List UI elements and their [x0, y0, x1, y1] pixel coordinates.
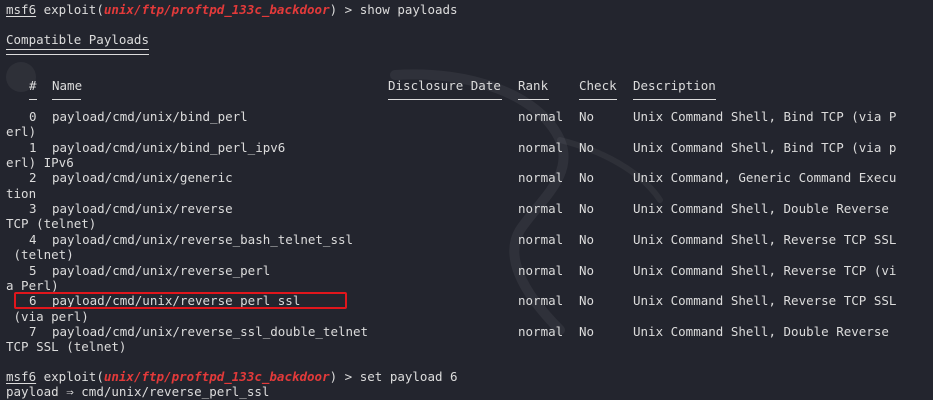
col-header-num: # — [29, 78, 37, 93]
row-description: Unix Command Shell, Bind TCP (via p — [633, 139, 897, 155]
kali-dragon-watermark — [390, 69, 663, 335]
row-number: 7 — [29, 323, 37, 339]
col-underline-name — [52, 99, 81, 100]
row-rank: normal — [518, 231, 564, 247]
row-check: No — [579, 139, 595, 155]
col-header-disclosure: Disclosure Date — [388, 78, 501, 93]
payload-name: payload/cmd/unix/bind_perl_ipv6 — [52, 139, 286, 155]
module-name: unix/ftp/proftpd_133c_backdoor — [103, 369, 330, 384]
col-header-name: Name — [52, 78, 83, 93]
row-check: No — [579, 109, 595, 124]
row-check: No — [579, 170, 595, 186]
payload-name: payload/cmd/unix/reverse_ssl_double_teln… — [52, 323, 369, 339]
row-description-wrap: erl) — [6, 124, 37, 140]
row-description: Unix Command Shell, Reverse TCP SSL — [633, 293, 897, 309]
col-header-rank: Rank — [518, 78, 549, 93]
row-number: 3 — [29, 201, 37, 217]
row-description: Unix Command Shell, Reverse TCP (vi — [633, 262, 897, 278]
cmd-suffix: ) > set payload 6 — [329, 369, 458, 384]
col-underline-description — [633, 99, 716, 100]
row-description-wrap: (telnet) — [6, 247, 74, 263]
row-description: Unix Command Shell, Bind TCP (via P — [633, 109, 897, 124]
command-line-set-payload: msf6 exploit(unix/ftp/proftpd_133c_backd… — [6, 369, 458, 384]
row-description: Unix Command Shell, Reverse TCP SSL — [633, 231, 897, 247]
col-underline-check — [579, 99, 617, 100]
section-title-underline — [6, 49, 149, 55]
col-underline-num — [29, 99, 37, 100]
row-rank: normal — [518, 109, 564, 124]
row-description: Unix Command Shell, Double Reverse — [633, 201, 889, 217]
cmd-suffix: ) > show payloads — [329, 2, 458, 17]
col-header-check: Check — [579, 78, 617, 93]
row-check: No — [579, 262, 595, 278]
prompt: msf6 — [6, 2, 37, 17]
row-description-wrap: erl) IPv6 — [6, 155, 74, 170]
row-rank: normal — [518, 323, 564, 339]
row-number: 1 — [29, 139, 37, 155]
payload-name: payload/cmd/unix/reverse — [52, 201, 233, 217]
row-number: 5 — [29, 262, 37, 278]
row-rank: normal — [518, 293, 564, 309]
row-number: 0 — [29, 109, 37, 124]
payload-name: payload/cmd/unix/reverse_perl — [52, 262, 271, 278]
row-description-wrap: tion — [6, 185, 37, 201]
row-number: 2 — [29, 170, 37, 186]
payload-name: payload/cmd/unix/generic — [52, 170, 233, 186]
row-description-wrap: (via perl) — [6, 308, 89, 324]
row-description: Unix Command, Generic Command Execu — [633, 170, 897, 186]
row-rank: normal — [518, 139, 564, 155]
payload-result: payload ⇒ cmd/unix/reverse_perl_ssl — [6, 384, 269, 399]
cmd-prefix: exploit( — [36, 2, 104, 17]
module-name: unix/ftp/proftpd_133c_backdoor — [103, 2, 330, 17]
highlight-box-row-6 — [14, 292, 347, 309]
payload-name: payload/cmd/unix/reverse_bash_telnet_ssl — [52, 231, 354, 247]
arrow: ⇒ — [58, 384, 82, 399]
prompt: msf6 — [6, 369, 37, 384]
row-description-wrap: TCP (telnet) — [6, 216, 97, 232]
row-rank: normal — [518, 262, 564, 278]
col-underline-disclosure — [388, 99, 502, 100]
row-rank: normal — [518, 170, 564, 186]
payload-value: cmd/unix/reverse_perl_ssl — [81, 384, 270, 399]
payload-label: payload — [6, 384, 59, 399]
payload-name: payload/cmd/unix/bind_perl — [52, 109, 248, 124]
row-check: No — [579, 201, 595, 217]
row-description-wrap: a Perl) — [6, 277, 59, 293]
row-rank: normal — [518, 201, 564, 217]
row-check: No — [579, 323, 595, 339]
row-description: Unix Command Shell, Double Reverse — [633, 323, 889, 339]
row-check: No — [579, 293, 595, 309]
row-number: 4 — [29, 231, 37, 247]
row-description-wrap: TCP SSL (telnet) — [6, 339, 127, 355]
col-underline-rank — [518, 99, 549, 100]
cmd-prefix: exploit( — [36, 369, 104, 384]
section-title: Compatible Payloads — [6, 32, 149, 47]
col-header-description: Description — [633, 78, 716, 93]
command-line-show-payloads: msf6 exploit(unix/ftp/proftpd_133c_backd… — [6, 2, 458, 17]
row-check: No — [579, 231, 595, 247]
